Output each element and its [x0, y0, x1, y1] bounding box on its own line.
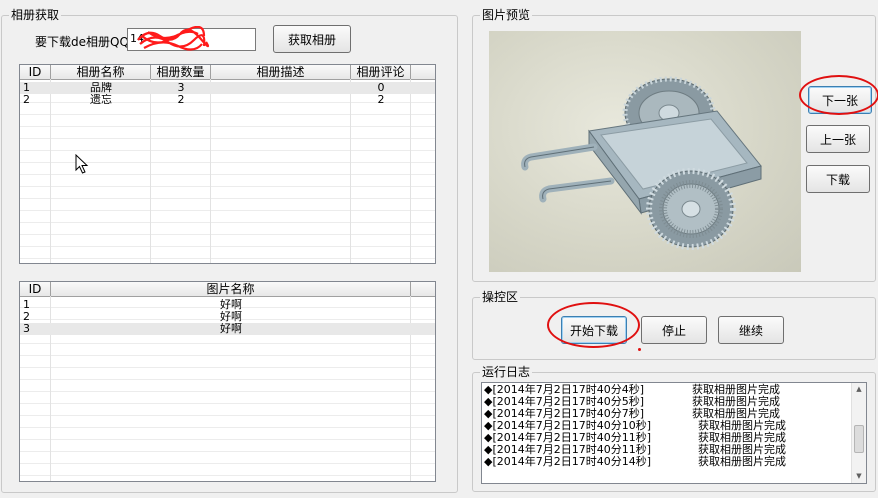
album-col-divider	[150, 79, 151, 263]
photo-table[interactable]: ID 图片名称 1 好啊 2 好啊 3 好啊	[19, 281, 436, 482]
album-col-comments[interactable]: 相册评论	[351, 65, 411, 79]
photo-cell-name: 好啊	[220, 299, 242, 311]
album-cell-count: 3	[177, 82, 185, 94]
log-line: ◆[2014年7月2日17时40分14秒] 获取相册图片完成	[484, 455, 786, 468]
cart-picture	[521, 76, 762, 250]
scroll-up-icon[interactable]: ▲	[852, 383, 866, 396]
album-cell-name: 品牌	[90, 82, 112, 94]
log-scrollbar[interactable]: ▲ ▼	[851, 383, 866, 483]
prev-image-button[interactable]: 上一张	[806, 125, 870, 153]
album-col-divider	[410, 79, 411, 263]
album-col-id[interactable]: ID	[20, 65, 51, 79]
qq-label: 要下载de相册QQ:	[35, 35, 133, 49]
preview-group-title: 图片预览	[480, 8, 533, 22]
log-group-title: 运行日志	[480, 365, 533, 379]
album-cell-desc	[211, 82, 351, 94]
cart-front-wheel	[646, 168, 736, 250]
table-row[interactable]: 1 好啊	[20, 299, 435, 311]
album-cell-name: 遗忘	[90, 94, 112, 106]
album-cell-desc	[211, 94, 351, 106]
log-scrollbar-thumb[interactable]	[854, 425, 864, 453]
photo-cell-name: 好啊	[220, 311, 242, 323]
album-cell-id: 1	[23, 82, 30, 94]
album-table-header: ID 相册名称 相册数量 相册描述 相册评论	[20, 65, 435, 80]
album-cell-id: 2	[23, 94, 30, 106]
photo-cell-id: 1	[23, 299, 30, 311]
album-col-count[interactable]: 相册数量	[151, 65, 211, 79]
album-cell-count: 2	[177, 94, 185, 106]
photo-cell-id: 2	[23, 311, 30, 323]
album-cell-comments: 2	[377, 94, 385, 106]
annotation-dot	[638, 348, 641, 351]
next-image-button[interactable]: 下一张	[808, 86, 872, 114]
start-download-button[interactable]: 开始下载	[561, 316, 627, 344]
photo-cell-name: 好啊	[220, 323, 242, 335]
table-row[interactable]: 3 好啊	[20, 323, 435, 335]
album-group-title: 相册获取	[9, 8, 62, 22]
scroll-down-icon[interactable]: ▼	[852, 470, 866, 483]
log-time: ◆[2014年7月2日17时40分14秒]	[484, 455, 652, 468]
album-col-name[interactable]: 相册名称	[51, 65, 151, 79]
photo-cell-id: 3	[23, 323, 30, 335]
album-col-divider	[350, 79, 351, 263]
album-col-divider	[50, 79, 51, 263]
stop-button[interactable]: 停止	[641, 316, 707, 344]
album-col-divider	[210, 79, 211, 263]
log-message: 获取相册图片完成	[698, 455, 786, 468]
run-log[interactable]: ◆[2014年7月2日17时40分4秒] 获取相册图片完成 ◆[2014年7月2…	[481, 382, 867, 484]
table-row[interactable]: 1 品牌 3 0	[20, 82, 435, 94]
fetch-album-button[interactable]: 获取相册	[273, 25, 351, 53]
photo-col-name[interactable]: 图片名称	[51, 282, 411, 296]
preview-image	[489, 31, 801, 272]
photo-col-id[interactable]: ID	[20, 282, 51, 296]
continue-button[interactable]: 继续	[718, 316, 784, 344]
control-group-title: 操控区	[480, 290, 521, 304]
table-row[interactable]: 2 好啊	[20, 311, 435, 323]
mouse-cursor-icon	[75, 154, 89, 174]
redaction-scribble	[137, 26, 210, 51]
table-row[interactable]: 2 遗忘 2 2	[20, 94, 435, 106]
album-cell-comments: 0	[377, 82, 385, 94]
photo-table-header: ID 图片名称	[20, 282, 435, 297]
album-col-desc[interactable]: 相册描述	[211, 65, 351, 79]
download-image-button[interactable]: 下载	[806, 165, 870, 193]
